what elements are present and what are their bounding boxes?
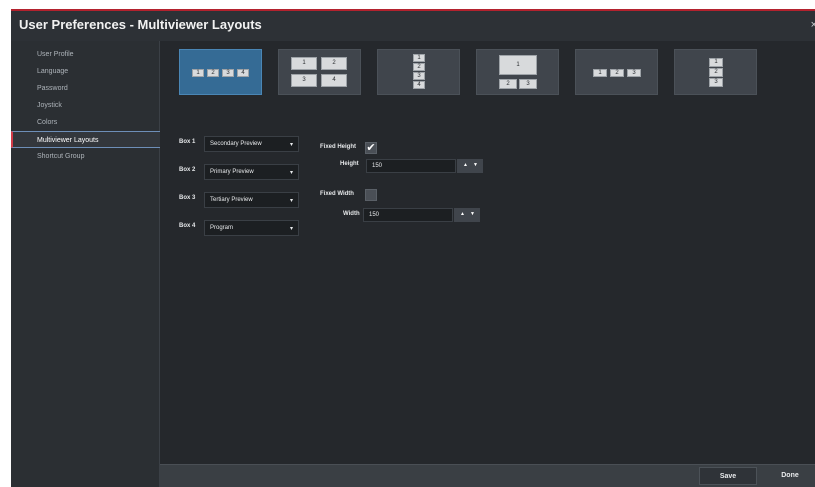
box-4-select[interactable]: Program ▾ bbox=[204, 220, 299, 236]
title-bar: User Preferences - Multiviewer Layouts × bbox=[11, 11, 815, 41]
layout-option-2x2[interactable]: 1 2 3 4 bbox=[278, 49, 361, 95]
height-stepper[interactable]: ▲ ▼ bbox=[457, 159, 483, 173]
layout-cell: 3 bbox=[291, 74, 317, 87]
fixed-width-checkbox[interactable] bbox=[365, 189, 377, 201]
box-3-value: Tertiary Preview bbox=[210, 197, 253, 203]
layout-cell: 3 bbox=[222, 69, 234, 77]
close-icon[interactable]: × bbox=[811, 19, 815, 31]
sidebar-item-colors[interactable]: Colors bbox=[11, 114, 160, 131]
done-button[interactable]: Done bbox=[761, 467, 815, 485]
layout-option-1x3[interactable]: 1 2 3 bbox=[575, 49, 658, 95]
layout-cell: 1 bbox=[192, 69, 204, 77]
height-label: Height bbox=[340, 161, 359, 167]
arrow-down-icon[interactable]: ▼ bbox=[473, 162, 478, 168]
layout-cell: 2 bbox=[610, 69, 624, 77]
layout-cell: 1 bbox=[499, 55, 537, 75]
box-4-value: Program bbox=[210, 225, 234, 231]
box-2-label: Box 2 bbox=[179, 167, 196, 173]
sidebar-item-shortcut-group[interactable]: Shortcut Group bbox=[11, 148, 160, 165]
chevron-down-icon: ▾ bbox=[289, 198, 293, 204]
box-3-label: Box 3 bbox=[179, 195, 196, 201]
box-1-value: Secondary Preview bbox=[210, 141, 262, 147]
fixed-width-label: Fixed Width bbox=[320, 191, 354, 197]
layout-cell: 2 bbox=[413, 63, 425, 71]
layout-cell: 1 bbox=[593, 69, 607, 77]
box-1-select[interactable]: Secondary Preview ▾ bbox=[204, 136, 299, 152]
width-label: Width bbox=[343, 211, 360, 217]
box-2-value: Primary Preview bbox=[210, 169, 254, 175]
layout-cell: 1 bbox=[709, 58, 723, 67]
box-2-select[interactable]: Primary Preview ▾ bbox=[204, 164, 299, 180]
layout-cell: 2 bbox=[207, 69, 219, 77]
chevron-down-icon: ▾ bbox=[289, 226, 293, 232]
chevron-down-icon: ▾ bbox=[289, 142, 293, 148]
layout-option-3x1[interactable]: 1 2 3 bbox=[674, 49, 757, 95]
sidebar-item-user-profile[interactable]: User Profile bbox=[11, 46, 160, 63]
sidebar-item-language[interactable]: Language bbox=[11, 63, 160, 80]
fixed-height-checkbox[interactable]: ✔ bbox=[365, 142, 377, 154]
layout-cell: 3 bbox=[709, 78, 723, 87]
arrow-up-icon[interactable]: ▲ bbox=[463, 162, 468, 168]
layout-cell: 4 bbox=[237, 69, 249, 77]
sidebar-item-multiviewer-layouts[interactable]: Multiviewer Layouts bbox=[11, 131, 160, 148]
layout-cell: 2 bbox=[321, 57, 347, 70]
width-input[interactable]: 150 bbox=[363, 208, 453, 222]
sidebar: User Profile Language Password Joystick … bbox=[11, 41, 160, 487]
sidebar-item-password[interactable]: Password bbox=[11, 80, 160, 97]
preferences-dialog: User Preferences - Multiviewer Layouts ×… bbox=[11, 9, 815, 487]
layout-cell: 4 bbox=[413, 81, 425, 89]
main-panel: 1 2 3 4 1 2 3 4 1 2 3 4 1 2 3 1 2 3 1 2 … bbox=[160, 41, 815, 487]
box-1-label: Box 1 bbox=[179, 139, 196, 145]
arrow-up-icon[interactable]: ▲ bbox=[460, 211, 465, 217]
layout-cell: 4 bbox=[321, 74, 347, 87]
layout-cell: 3 bbox=[519, 79, 537, 89]
dialog-footer: Save Done bbox=[160, 464, 815, 487]
layout-cell: 1 bbox=[291, 57, 317, 70]
fixed-height-label: Fixed Height bbox=[320, 144, 357, 150]
layout-cell: 3 bbox=[413, 72, 425, 80]
box-3-select[interactable]: Tertiary Preview ▾ bbox=[204, 192, 299, 208]
sidebar-item-joystick[interactable]: Joystick bbox=[11, 97, 160, 114]
box-4-label: Box 4 bbox=[179, 223, 196, 229]
check-icon: ✔ bbox=[366, 142, 376, 154]
dialog-title: User Preferences - Multiviewer Layouts bbox=[19, 17, 262, 32]
layout-cell: 1 bbox=[413, 54, 425, 62]
layout-option-1-over-2[interactable]: 1 2 3 bbox=[476, 49, 559, 95]
height-value: 150 bbox=[372, 163, 383, 169]
width-value: 150 bbox=[369, 212, 380, 218]
chevron-down-icon: ▾ bbox=[289, 170, 293, 176]
width-stepper[interactable]: ▲ ▼ bbox=[454, 208, 480, 222]
height-input[interactable]: 150 bbox=[366, 159, 456, 173]
layout-option-1x4[interactable]: 1 2 3 4 bbox=[179, 49, 262, 95]
save-button[interactable]: Save bbox=[699, 467, 757, 485]
layout-cell: 3 bbox=[627, 69, 641, 77]
arrow-down-icon[interactable]: ▼ bbox=[470, 211, 475, 217]
layout-option-4x1[interactable]: 1 2 3 4 bbox=[377, 49, 460, 95]
layout-cell: 2 bbox=[499, 79, 517, 89]
layout-cell: 2 bbox=[709, 68, 723, 77]
